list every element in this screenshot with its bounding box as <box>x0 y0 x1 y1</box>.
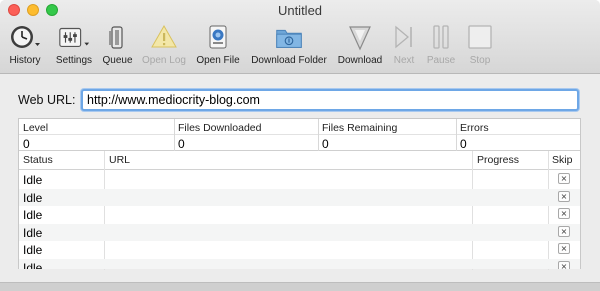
stats-grid: Level 0 Files Downloaded 0 Files Remaini… <box>19 119 580 151</box>
title-toolbar: Untitled History Settings Queue Open Log… <box>0 0 600 74</box>
file-icon <box>201 22 235 52</box>
table-row[interactable]: Idle × <box>19 258 580 270</box>
stat-files-downloaded-label: Files Downloaded <box>178 122 262 134</box>
skip-button[interactable]: × <box>558 208 570 219</box>
settings-label: Settings <box>55 55 93 66</box>
next-button[interactable]: Next <box>390 22 418 70</box>
queue-label: Queue <box>102 55 133 66</box>
web-url-input[interactable] <box>81 89 579 111</box>
stat-files-remaining-label: Files Remaining <box>322 122 398 134</box>
open-log-button[interactable]: Open Log <box>139 22 189 70</box>
next-icon <box>387 22 421 52</box>
stat-errors: Errors 0 <box>456 119 580 151</box>
stat-errors-label: Errors <box>460 122 489 134</box>
download-arrow-icon <box>343 22 377 52</box>
pause-button[interactable]: Pause <box>424 22 458 70</box>
stat-level: Level 0 <box>19 119 174 151</box>
stat-files-downloaded: Files Downloaded 0 <box>174 119 318 151</box>
queue-icon <box>101 22 135 52</box>
open-file-button[interactable]: Open File <box>193 22 243 70</box>
skip-button[interactable]: × <box>558 173 570 184</box>
stat-files-remaining-value: 0 <box>322 137 329 151</box>
row-status: Idle <box>23 243 43 257</box>
column-header-skip[interactable]: Skip <box>552 154 572 166</box>
table-row[interactable]: Idle × <box>19 188 580 206</box>
open-log-label: Open Log <box>142 55 186 66</box>
stat-errors-value: 0 <box>460 137 467 151</box>
table-row[interactable]: Idle × <box>19 206 580 224</box>
skip-button[interactable]: × <box>558 243 570 254</box>
stop-label: Stop <box>469 55 491 66</box>
url-row: Web URL: <box>18 88 579 112</box>
web-url-label: Web URL: <box>18 93 76 107</box>
app-window: Untitled History Settings Queue Open Log… <box>0 0 600 291</box>
settings-button[interactable]: Settings <box>53 22 95 70</box>
download-panel: Level 0 Files Downloaded 0 Files Remaini… <box>18 118 581 270</box>
history-label: History <box>9 55 41 66</box>
column-header-url[interactable]: URL <box>109 154 130 166</box>
column-header-progress[interactable]: Progress <box>477 154 519 166</box>
row-status: Idle <box>23 208 43 222</box>
skip-button[interactable]: × <box>558 190 570 202</box>
folder-icon <box>272 22 306 52</box>
window-bottom-edge <box>0 282 600 291</box>
row-status: Idle <box>23 190 43 205</box>
stop-icon <box>463 22 497 52</box>
row-status: Idle <box>23 173 43 187</box>
row-status: Idle <box>23 260 43 270</box>
queue-button[interactable]: Queue <box>101 22 134 70</box>
download-list: Idle × Idle × Idle × Idle × Idle × Idle … <box>19 171 580 269</box>
history-button[interactable]: History <box>7 22 43 70</box>
window-title: Untitled <box>277 3 323 18</box>
table-row[interactable]: Idle × <box>19 223 580 241</box>
download-button[interactable]: Download <box>336 22 384 70</box>
stat-files-remaining: Files Remaining 0 <box>318 119 456 151</box>
warning-icon <box>147 22 181 52</box>
pause-label: Pause <box>426 55 456 66</box>
pause-icon <box>424 22 458 52</box>
stat-files-downloaded-value: 0 <box>178 137 185 151</box>
clock-icon <box>8 22 42 52</box>
stat-level-value: 0 <box>23 137 30 151</box>
table-row[interactable]: Idle × <box>19 171 580 189</box>
stat-level-label: Level <box>23 122 49 134</box>
gear-icon <box>57 22 91 52</box>
download-folder-button[interactable]: Download Folder <box>247 22 331 70</box>
skip-button[interactable]: × <box>558 260 570 269</box>
download-label: Download <box>337 55 383 66</box>
skip-button[interactable]: × <box>558 225 570 237</box>
download-folder-label: Download Folder <box>251 55 327 66</box>
row-status: Idle <box>23 225 43 240</box>
table-row[interactable]: Idle × <box>19 241 580 259</box>
next-label: Next <box>393 55 415 66</box>
stop-button[interactable]: Stop <box>464 22 496 70</box>
column-header-status[interactable]: Status <box>23 154 53 166</box>
open-file-label: Open File <box>196 55 240 66</box>
